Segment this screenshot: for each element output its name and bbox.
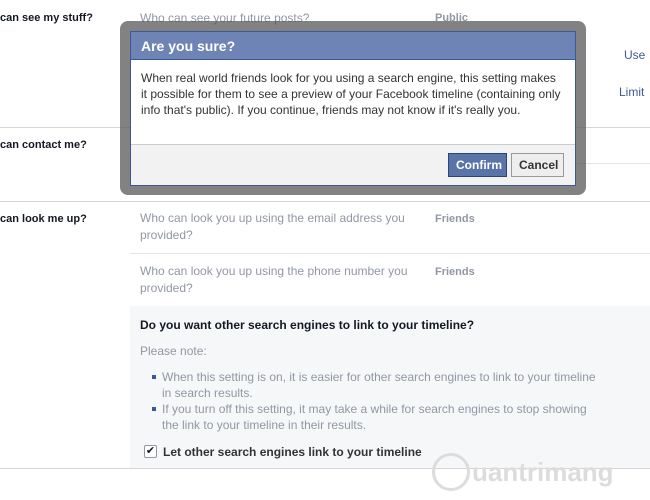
section-divider xyxy=(0,201,650,202)
search-engines-note: Please note: xyxy=(140,344,207,358)
watermark: uantrimang xyxy=(432,453,650,493)
section-label-stuff: can see my stuff? xyxy=(0,12,93,24)
link-use[interactable]: Use xyxy=(624,48,645,62)
confirm-button[interactable]: Confirm xyxy=(448,153,507,177)
dialog-body: When real world friends look for you usi… xyxy=(141,71,561,117)
search-engines-panel: Do you want other search engines to link… xyxy=(130,306,650,468)
search-engines-bullets: When this setting is on, it is easier fo… xyxy=(152,369,602,433)
section-label-lookup: can look me up? xyxy=(0,213,87,225)
confirm-dialog: Are you sure? When real world friends lo… xyxy=(130,31,576,186)
search-engines-checkbox[interactable]: ✔ xyxy=(144,445,157,458)
row-divider xyxy=(130,253,650,254)
cancel-button[interactable]: Cancel xyxy=(511,153,564,177)
dialog-title: Are you sure? xyxy=(141,38,236,54)
search-engines-title: Do you want other search engines to link… xyxy=(140,318,475,332)
watermark-text: uantrimang xyxy=(472,457,614,487)
link-limit[interactable]: Limit xyxy=(619,85,644,99)
watermark-logo-icon xyxy=(432,453,470,491)
section-label-contact: can contact me? xyxy=(0,139,87,151)
dialog-header: Are you sure? xyxy=(131,32,575,60)
bullet-item: When this setting is on, it is easier fo… xyxy=(152,369,602,401)
question-email-lookup: Who can look you up using the email addr… xyxy=(140,211,405,242)
search-engines-checkbox-label[interactable]: Let other search engines link to your ti… xyxy=(163,445,422,459)
value-email-lookup[interactable]: Friends xyxy=(435,213,475,225)
bullet-item: If you turn off this setting, it may tak… xyxy=(152,401,602,433)
dialog-footer: Confirm Cancel xyxy=(131,144,575,185)
question-phone-lookup: Who can look you up using the phone numb… xyxy=(140,264,408,295)
value-phone-lookup[interactable]: Friends xyxy=(435,266,475,278)
